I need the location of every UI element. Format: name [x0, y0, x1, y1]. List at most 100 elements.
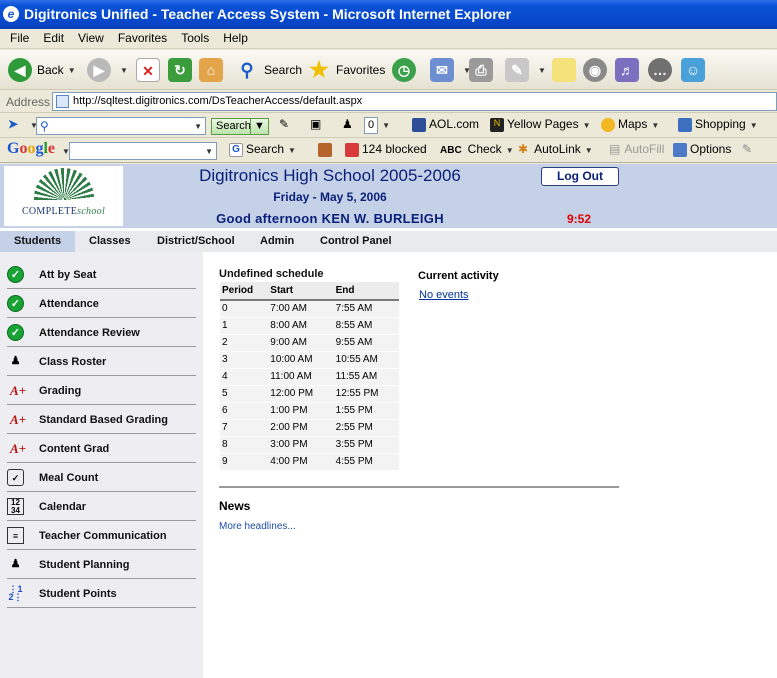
menu-favorites[interactable]: Favorites: [111, 29, 174, 48]
popup-blocker[interactable]: 0 ▼: [364, 117, 390, 134]
refresh-icon: ↻: [168, 58, 192, 82]
popup-blocked-button[interactable]: 124 blocked: [345, 142, 427, 157]
logout-button[interactable]: Log Out: [541, 167, 619, 186]
highlight-icon[interactable]: ✎: [279, 117, 289, 131]
messenger-icon: ☺: [681, 58, 705, 82]
tab-district-school[interactable]: District/School: [157, 231, 235, 252]
grade-icon: A+: [9, 412, 27, 427]
chevron-down-icon[interactable]: ▼: [120, 66, 128, 75]
sidebar-item-teacher-communication[interactable]: ≡ Teacher Communication: [7, 521, 196, 550]
autolink-button[interactable]: ✱ AutoLink ▼: [518, 142, 593, 156]
table-row: 7 2:00 PM 2:55 PM: [220, 419, 399, 437]
sidebar-item-student-planning[interactable]: ♟ Student Planning: [7, 550, 196, 579]
popup-blocked-icon: [345, 142, 359, 157]
forward-arrow-icon: ▶: [87, 58, 111, 82]
google-search-button[interactable]: G Search ▼: [229, 142, 296, 157]
end-cell: 4:55 PM: [333, 453, 399, 471]
chevron-down-icon[interactable]: ▼: [288, 146, 296, 155]
menu-file[interactable]: File: [0, 29, 36, 48]
refresh-button[interactable]: ↻: [168, 57, 197, 83]
options-button[interactable]: Options: [673, 142, 731, 157]
back-button[interactable]: ◀ Back ▼: [8, 57, 76, 83]
link-yellow-pages[interactable]: N Yellow Pages ▼: [490, 117, 591, 132]
chevron-down-icon[interactable]: ▼: [583, 121, 591, 130]
chevron-down-icon[interactable]: ▼: [68, 66, 76, 75]
sidebar: ✓ Att by Seat ✓ Attendance ✓ Attendance Rev…: [0, 252, 203, 678]
print-button[interactable]: ⎙: [469, 57, 498, 83]
no-events-link[interactable]: No events: [419, 289, 469, 301]
sidebar-item-content-grad[interactable]: A+ Content Grad: [7, 434, 196, 463]
sidebar-item-grading[interactable]: A+ Grading: [7, 376, 196, 405]
chevron-down-icon[interactable]: ▼: [750, 121, 758, 130]
schedule-title: Undefined schedule: [219, 268, 324, 280]
toolbar-logo-icon[interactable]: ➤: [8, 117, 18, 131]
chevron-down-icon[interactable]: ▼: [538, 66, 546, 75]
edit-button[interactable]: ✎ ▼: [505, 57, 546, 83]
sidebar-item-attendance[interactable]: ✓ Attendance: [7, 289, 196, 318]
messenger-button[interactable]: ☺: [681, 57, 710, 83]
grade-icon: A+: [9, 441, 27, 456]
link-yellow-label: Yellow Pages: [507, 117, 579, 131]
edit-page-icon: ✎: [505, 58, 529, 82]
autofill-button[interactable]: ▤ AutoFill: [609, 142, 664, 156]
sidebar-item-meal-count[interactable]: ✓ Meal Count: [7, 463, 196, 492]
pencil-icon[interactable]: ✎: [742, 142, 752, 156]
column-header: End: [333, 282, 399, 301]
window-title: Digitronics Unified - Teacher Access Sys…: [24, 6, 512, 22]
link-aol[interactable]: AOL.com: [412, 117, 479, 132]
period-cell: 0: [220, 300, 269, 318]
research-button[interactable]: ◉: [583, 57, 612, 83]
sidebar-item-standard-based-grading[interactable]: A+ Standard Based Grading: [7, 405, 196, 434]
notes-button[interactable]: [552, 57, 581, 83]
chevron-down-icon[interactable]: ▼: [205, 147, 213, 156]
google-search-input[interactable]: ▼: [69, 142, 217, 160]
chevron-down-icon[interactable]: ▼: [585, 146, 593, 155]
tab-control-panel[interactable]: Control Panel: [320, 231, 392, 252]
grade-icon: A+: [9, 383, 27, 398]
menu-edit[interactable]: Edit: [36, 29, 71, 48]
link-shopping[interactable]: Shopping ▼: [678, 117, 758, 132]
search-dropdown-button[interactable]: ▼: [250, 118, 269, 135]
menu-help[interactable]: Help: [216, 29, 255, 48]
sidebar-item-calendar[interactable]: 12 34 Calendar: [7, 492, 196, 521]
spell-check-button[interactable]: ABC Check ▼: [440, 142, 514, 156]
mail-button[interactable]: ✉ ▼: [430, 57, 471, 83]
chevron-down-icon[interactable]: ▼: [651, 121, 659, 130]
chevron-down-icon[interactable]: ▼: [194, 122, 202, 131]
forward-button[interactable]: ▶ ▼: [87, 57, 128, 83]
sidebar-item-student-points[interactable]: ⋮1 2⋮ Student Points: [7, 579, 196, 608]
tab-students[interactable]: Students: [0, 231, 76, 252]
link-maps-label: Maps: [618, 117, 648, 131]
history-button[interactable]: ◷: [392, 57, 421, 83]
sidebar-item-class-roster[interactable]: ♟ Class Roster: [7, 347, 196, 376]
stop-button[interactable]: ✕: [136, 57, 165, 83]
favorites-button[interactable]: ★ Favorites: [307, 57, 385, 83]
address-input[interactable]: http://sqltest.digitronics.com/DsTeacher…: [52, 92, 777, 111]
home-button[interactable]: ⌂: [199, 57, 228, 83]
sidebar-item-att-by-seat[interactable]: ✓ Att by Seat: [7, 260, 196, 289]
media-button[interactable]: ♬: [615, 57, 644, 83]
start-cell: 12:00 PM: [268, 385, 334, 403]
link-maps[interactable]: Maps ▼: [601, 117, 659, 132]
menu-tools[interactable]: Tools: [174, 29, 216, 48]
sidebar-item-label: Standard Based Grading: [39, 414, 168, 426]
search-button[interactable]: ⚲ Search: [235, 57, 302, 83]
toolbar-search-input[interactable]: ⚲ ▼: [36, 117, 206, 135]
menu-view[interactable]: View: [71, 29, 111, 48]
chevron-down-icon[interactable]: ▼: [506, 146, 514, 155]
google-logo[interactable]: Google: [7, 140, 55, 158]
period-cell: 1: [220, 317, 269, 335]
sidebar-item-attendance-review[interactable]: ✓ Attendance Review: [7, 318, 196, 347]
toolbar-person-icon[interactable]: ♟: [342, 117, 353, 131]
google-news-button[interactable]: [318, 142, 335, 157]
period-cell: 2: [220, 334, 269, 352]
period-cell: 6: [220, 402, 269, 420]
discuss-button[interactable]: …: [648, 57, 677, 83]
toolbar-tool-icon[interactable]: ▣: [310, 117, 321, 131]
chevron-down-icon[interactable]: ▼: [382, 121, 390, 130]
page-header: COMPLETEschool Digitronics High School 2…: [0, 164, 777, 228]
tab-classes[interactable]: Classes: [89, 231, 131, 252]
period-cell: 8: [220, 436, 269, 454]
more-headlines-link[interactable]: More headlines...: [219, 521, 296, 532]
tab-admin[interactable]: Admin: [260, 231, 294, 252]
